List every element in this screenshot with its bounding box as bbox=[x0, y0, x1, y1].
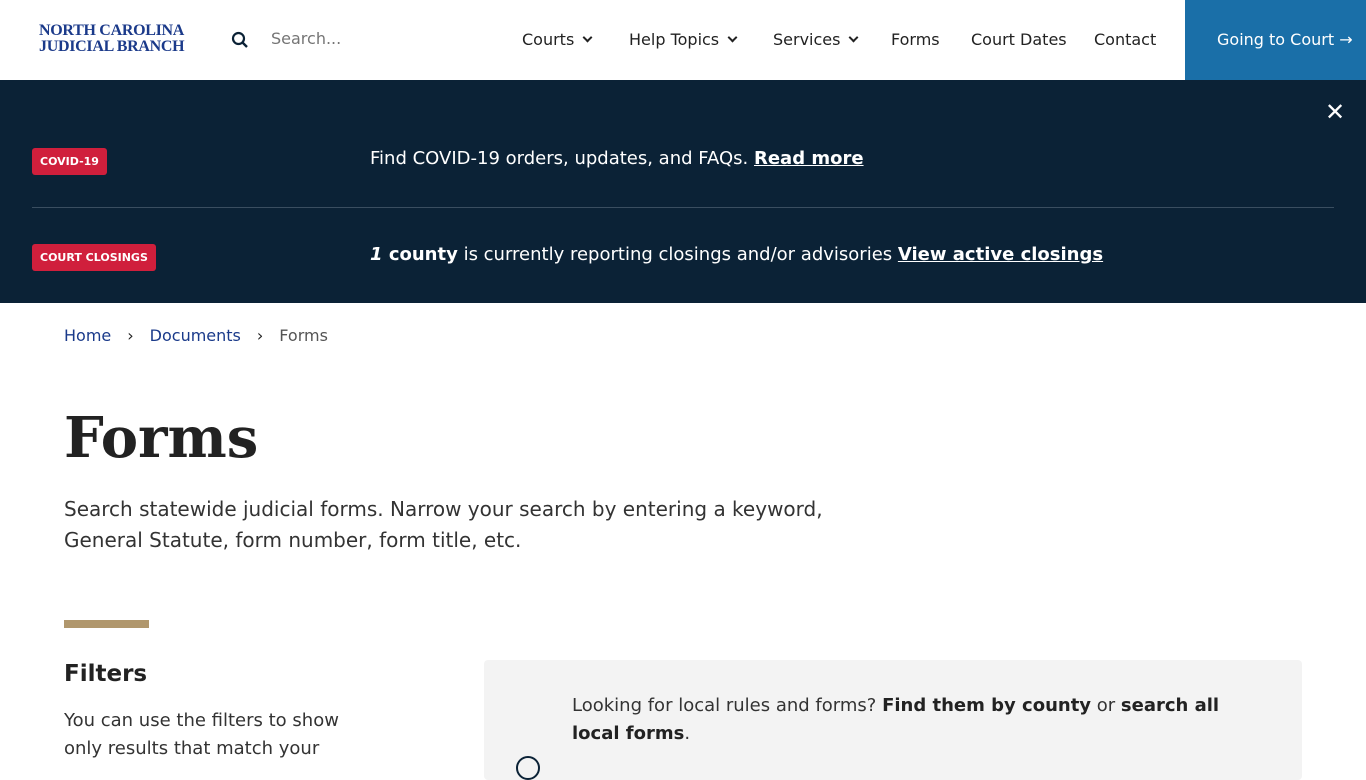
nav-contact[interactable]: Contact bbox=[1094, 30, 1156, 49]
closings-count: 1 bbox=[370, 244, 383, 265]
nav-forms[interactable]: Forms bbox=[891, 30, 940, 49]
filters-text: You can use the filters to show only res… bbox=[64, 710, 339, 759]
local-forms-text: Looking for local rules and forms? Find … bbox=[572, 692, 1252, 748]
breadcrumb-documents[interactable]: Documents bbox=[150, 326, 241, 345]
covid-text: Find COVID-19 orders, updates, and FAQs. bbox=[370, 148, 749, 169]
alert-banner: ✕ COVID-19 Find COVID-19 orders, updates… bbox=[0, 80, 1366, 303]
period: . bbox=[684, 723, 691, 744]
logo-line2: JUDICIAL BRANCH bbox=[39, 38, 185, 55]
chevron-right-icon: › bbox=[127, 326, 134, 345]
closings-message: 1 county is currently reporting closings… bbox=[370, 244, 1103, 265]
logo[interactable]: NORTH CAROLINA JUDICIAL BRANCH bbox=[39, 22, 185, 55]
close-icon[interactable]: ✕ bbox=[1325, 100, 1345, 124]
local-forms-callout: Looking for local rules and forms? Find … bbox=[484, 660, 1302, 780]
chevron-down-icon bbox=[849, 32, 859, 43]
covid-badge: COVID-19 bbox=[32, 148, 107, 175]
nav-services[interactable]: Services bbox=[773, 30, 859, 49]
breadcrumb: Home › Documents › Forms bbox=[64, 326, 328, 345]
search-input[interactable] bbox=[271, 29, 421, 48]
site-header: NORTH CAROLINAJUDICIAL BRANCH Courts Hel… bbox=[0, 0, 1366, 80]
divider bbox=[32, 207, 1334, 208]
search-icon[interactable] bbox=[231, 31, 249, 49]
covid-message: Find COVID-19 orders, updates, and FAQs.… bbox=[370, 148, 864, 169]
accent-rule bbox=[64, 620, 149, 628]
local-text: Looking for local rules and forms? bbox=[572, 695, 877, 716]
page-intro: Search statewide judicial forms. Narrow … bbox=[64, 497, 823, 552]
or-text: or bbox=[1096, 695, 1116, 716]
filters-title: Filters bbox=[64, 661, 148, 687]
breadcrumb-home[interactable]: Home bbox=[64, 326, 111, 345]
nav-label: Help Topics bbox=[629, 30, 720, 49]
read-more-link[interactable]: Read more bbox=[754, 148, 864, 169]
closings-bold: county bbox=[388, 244, 458, 265]
chevron-down-icon bbox=[582, 32, 593, 43]
page-title: Forms bbox=[64, 405, 259, 471]
nav-label: Services bbox=[773, 30, 841, 49]
nav-courts[interactable]: Courts bbox=[522, 30, 593, 49]
info-icon bbox=[516, 756, 540, 780]
find-by-county-link[interactable]: Find them by county bbox=[882, 695, 1091, 716]
going-to-court-button[interactable]: Going to Court → bbox=[1185, 0, 1366, 80]
breadcrumb-current: Forms bbox=[279, 326, 328, 345]
view-closings-link[interactable]: View active closings bbox=[898, 244, 1103, 265]
chevron-right-icon: › bbox=[256, 326, 264, 345]
nav-court-dates[interactable]: Court Dates bbox=[971, 30, 1067, 49]
closings-badge: COURT CLOSINGS bbox=[32, 244, 156, 271]
nav-help-topics[interactable]: Help Topics bbox=[629, 30, 738, 49]
closings-text: is currently reporting closings and/or a… bbox=[463, 244, 893, 265]
logo-line1: NORTH CAROLINA bbox=[39, 22, 185, 39]
chevron-down-icon bbox=[727, 32, 738, 43]
nav-label: Courts bbox=[522, 30, 575, 49]
